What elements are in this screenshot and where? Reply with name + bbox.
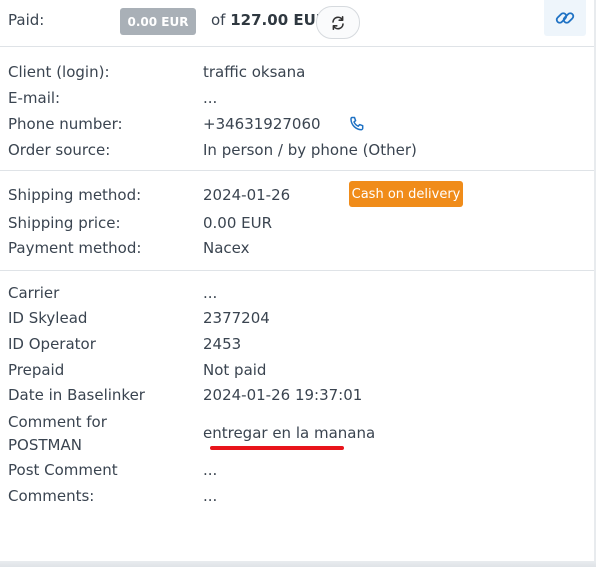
paid-of-prefix: of bbox=[211, 11, 226, 29]
id-skylead-value: 2377204 bbox=[203, 309, 270, 327]
comments-label: Comments: bbox=[8, 487, 95, 505]
order-source-label: Order source: bbox=[8, 141, 111, 159]
order-info-panel: Paid: 0.00 EUR of 127.00 EUR Client (log… bbox=[0, 0, 596, 567]
paid-total-amount: 127.00 EUR bbox=[230, 11, 328, 29]
panel-bottom-border bbox=[0, 561, 596, 567]
post-comment-label: Post Comment bbox=[8, 461, 118, 479]
comment-postman-label: Comment for POSTMAN bbox=[8, 413, 107, 454]
prepaid-value: Not paid bbox=[203, 361, 267, 379]
cash-on-delivery-badge: Cash on delivery bbox=[349, 181, 463, 207]
shipping-price-value: 0.00 EUR bbox=[203, 214, 273, 232]
client-login-value: traffic oksana bbox=[203, 63, 306, 81]
phone-label: Phone number: bbox=[8, 115, 123, 133]
payment-method-value: Nacex bbox=[203, 239, 250, 257]
divider bbox=[0, 46, 596, 47]
shipping-price-label: Shipping price: bbox=[8, 214, 121, 232]
id-operator-value: 2453 bbox=[203, 335, 242, 353]
comment-highlight-underline bbox=[210, 446, 344, 450]
id-skylead-label: ID Skylead bbox=[8, 309, 88, 327]
refresh-icon bbox=[332, 15, 344, 30]
comment-postman-value: entregar en la manana bbox=[203, 424, 376, 442]
payment-method-label: Payment method: bbox=[8, 239, 142, 257]
email-label: E-mail: bbox=[8, 89, 61, 107]
comments-value: ... bbox=[203, 487, 218, 505]
post-comment-value: ... bbox=[203, 461, 218, 479]
divider bbox=[0, 270, 596, 271]
shipping-method-label: Shipping method: bbox=[8, 186, 142, 204]
paid-total: of 127.00 EUR bbox=[211, 11, 327, 29]
phone-value: +34631927060 bbox=[203, 115, 321, 133]
shipping-method-value: 2024-01-26 bbox=[203, 186, 291, 204]
carrier-value: ... bbox=[203, 284, 218, 302]
divider bbox=[0, 170, 596, 171]
copy-link-button[interactable] bbox=[544, 0, 586, 36]
date-baselinker-value: 2024-01-26 19:37:01 bbox=[203, 386, 363, 404]
prepaid-label: Prepaid bbox=[8, 361, 65, 379]
carrier-label: Carrier bbox=[8, 284, 60, 302]
refresh-button[interactable] bbox=[316, 6, 360, 39]
phone-icon[interactable] bbox=[348, 115, 366, 133]
paid-label: Paid: bbox=[8, 11, 45, 29]
order-source-value: In person / by phone (Other) bbox=[203, 141, 417, 159]
date-baselinker-label: Date in Baselinker bbox=[8, 386, 145, 404]
client-login-label: Client (login): bbox=[8, 63, 110, 81]
link-icon bbox=[555, 12, 575, 24]
paid-amount-badge: 0.00 EUR bbox=[120, 8, 196, 35]
id-operator-label: ID Operator bbox=[8, 335, 96, 353]
email-value: ... bbox=[203, 89, 218, 107]
